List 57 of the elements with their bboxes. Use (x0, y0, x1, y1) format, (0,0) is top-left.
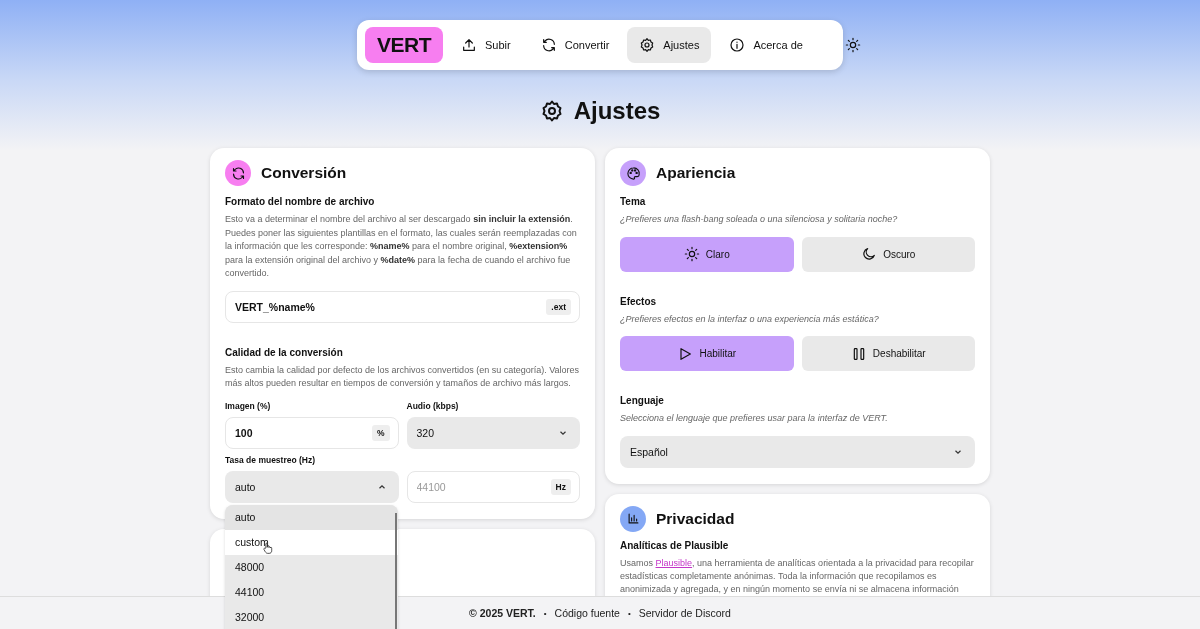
field-label: Imagen (%) (225, 400, 272, 411)
card-title: Privacidad (656, 509, 735, 528)
page-title: Ajustes (573, 97, 661, 125)
bar-chart-icon (620, 505, 646, 532)
dropdown-option[interactable]: 44100 (225, 580, 398, 605)
sample-rate-select[interactable]: auto (225, 470, 399, 503)
suffix-label: .ext (546, 298, 571, 315)
section-label: Formato del nombre de archivo (225, 196, 376, 207)
sun-icon (683, 246, 700, 262)
card-title: Apariencia (656, 164, 736, 182)
section-description: Esto va a determinar el nombre del archivo al ser descargado sin incluir la extensión. Puedes poner las siguientes plantillas en el formato, las cuales serán reemplazadas con la información que les corresponde: %name% para el nombre original, %extension% para la extensión original del archivo y %date% para la fecha de cuando el archivo fue convertido. (225, 213, 578, 280)
language-select[interactable]: Español (620, 435, 975, 468)
moon-icon (861, 246, 878, 262)
refresh-icon (225, 160, 251, 186)
field-label: Audio (kbps) (406, 400, 460, 411)
option-button[interactable]: Deshabilitar (801, 336, 975, 371)
info-icon (729, 37, 746, 53)
dropdown-option[interactable]: 32000 (225, 605, 398, 629)
copyright-text: © 2025 VERT. (469, 607, 536, 619)
image-quality-input[interactable]: 100 % (225, 416, 399, 449)
audio-select[interactable]: 320 (406, 416, 580, 449)
dropdown-option[interactable]: 48000 (225, 555, 398, 580)
refresh-icon (540, 37, 557, 53)
play-icon (677, 345, 694, 362)
separator-dot: • (627, 608, 631, 618)
dropdown-option[interactable]: custom (225, 530, 398, 555)
nav-tab[interactable]: Acerca de (717, 27, 815, 63)
sun-icon (844, 37, 861, 53)
upload-icon (461, 37, 477, 53)
option-button[interactable]: Oscuro (801, 236, 975, 272)
section-label: Efectos (620, 295, 658, 307)
option-button[interactable]: Claro (620, 236, 794, 272)
section-description: Esto cambia la calidad por defecto de los archivos convertidos (en su categoría). Valores más altos pueden resultar en tiempos de conversión y tamaños de archivo más largos. (225, 363, 580, 390)
section-label: Tema (620, 196, 647, 207)
footer-link[interactable]: Servidor de Discord (638, 607, 731, 619)
filename-input[interactable]: VERT_%name% .ext (225, 290, 580, 323)
nav-tab[interactable]: Subir (449, 27, 523, 63)
section-description: ¿Prefieres una flash-bang soleada o una silenciosa y solitaria noche? (620, 213, 899, 226)
suffix-label: Hz (550, 478, 571, 495)
section-description: ¿Prefieres efectos en la interfaz o una experiencia más estática? (620, 312, 880, 326)
field-label: Tasa de muestreo (Hz) (225, 454, 317, 465)
option-button[interactable]: Habilitar (620, 336, 794, 371)
dropdown-option[interactable]: auto (225, 505, 398, 530)
palette-icon (620, 160, 646, 186)
suffix-label: % (371, 424, 390, 441)
nav-tab[interactable]: Convertir (528, 27, 622, 63)
section-label: Analíticas de Plausible (620, 539, 730, 551)
section-label: Calidad de la conversión (225, 346, 344, 358)
logo-link[interactable]: VERT (365, 27, 443, 63)
section-description: Selecciona el lenguaje que prefieres usar para la interfaz de VERT. (620, 412, 889, 425)
privacy-paragraph: Usamos Plausible, una herramienta de analíticas orientada a la privacidad para recopilar estadísticas completamente anónimas. Toda la información que recopilamos es anonimizada y agregada, y en ningún momento se envía ni se almacena información (620, 556, 975, 596)
card-title: Conversión (261, 164, 347, 182)
section-label: Lenguaje (620, 395, 665, 406)
separator-dot: • (543, 608, 547, 618)
footer-link[interactable]: Código fuente (554, 607, 620, 619)
nav-tab[interactable]: Ajustes (627, 27, 712, 63)
settings-icon (639, 37, 656, 53)
